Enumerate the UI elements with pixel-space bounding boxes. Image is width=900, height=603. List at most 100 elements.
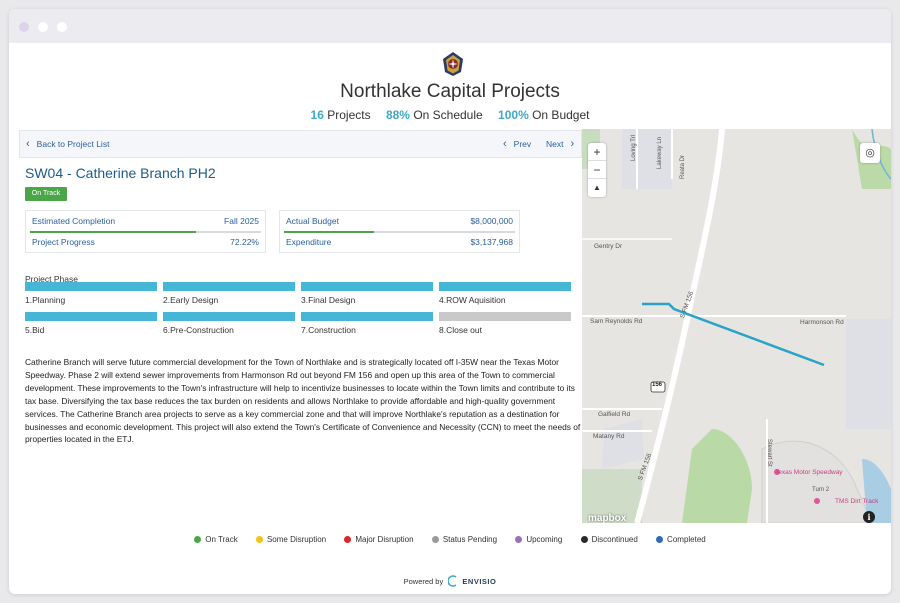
stat-on-budget: 100% On Budget xyxy=(498,108,589,122)
map-zoom-controls: + − ▲ xyxy=(588,143,606,197)
phase-label: 5.Bid xyxy=(25,325,45,335)
legend-label: Upcoming xyxy=(526,535,563,544)
legend-swatch xyxy=(255,536,263,543)
status-legend: On Track Some Disruption Major Disruptio… xyxy=(9,535,891,544)
envisio-brand[interactable]: ENVISIO xyxy=(462,577,496,586)
mapbox-logo[interactable]: mapbox xyxy=(588,513,626,523)
compass-reset-button[interactable]: ▲ xyxy=(588,179,606,197)
town-seal-logo xyxy=(443,52,463,76)
map-label-gentry-dr: Gentry Dr xyxy=(594,243,623,250)
phase-bar xyxy=(163,282,295,291)
map-label-harmonson-rd: Harmonson Rd xyxy=(800,319,844,326)
phase-item: 6.Pre-Construction xyxy=(163,312,295,335)
summary-stats: 16 Projects 88% On Schedule 100% On Budg… xyxy=(9,108,891,122)
phase-bar xyxy=(301,312,433,321)
estimated-completion-value: Fall 2025 xyxy=(224,216,259,226)
legend-item-completed: Completed xyxy=(656,535,706,544)
phase-label: 3.Final Design xyxy=(301,295,356,305)
zoom-out-button[interactable]: − xyxy=(588,161,606,179)
project-progress-label: Project Progress xyxy=(32,237,95,247)
window-dot-1[interactable] xyxy=(19,22,29,32)
powered-by-label: Powered by xyxy=(403,577,444,586)
prev-project-link[interactable]: ‹ Prev xyxy=(503,138,531,150)
chevron-left-icon: ‹ xyxy=(26,138,30,150)
page-title: Northlake Capital Projects xyxy=(340,81,560,102)
phase-item: 8.Close out xyxy=(439,312,571,335)
map-label-lakeway-ln: Lakeway Ln xyxy=(657,136,663,169)
window-dot-2[interactable] xyxy=(38,22,48,32)
schedule-card: Estimated Completion Fall 2025 Project P… xyxy=(25,210,266,253)
legend-label: Status Pending xyxy=(442,535,498,544)
project-progress-row: Project Progress 72.22% xyxy=(32,233,259,251)
map-highway-shield: 156 xyxy=(652,382,663,388)
map-label-tms-dirt-track[interactable]: TMS Dirt Track xyxy=(835,498,878,505)
phase-label: 1.Planning xyxy=(25,295,66,305)
window-titlebar xyxy=(9,9,891,43)
stat-projects: 16 Projects xyxy=(311,108,371,122)
status-badge: On Track xyxy=(25,187,67,201)
chevron-left-icon: ‹ xyxy=(503,138,507,150)
map-label-reata-dr: Reata Dr xyxy=(680,154,686,179)
legend-item-discontinued: Discontinued xyxy=(580,535,638,544)
phase-bar xyxy=(439,312,571,321)
budget-card: Actual Budget $8,000,000 Expenditure $3,… xyxy=(279,210,520,253)
map-label-matany-rd: Matany Rd xyxy=(593,433,625,440)
geolocate-icon[interactable]: ◎ xyxy=(860,143,880,163)
next-project-link[interactable]: Next › xyxy=(546,138,574,150)
phase-label: 2.Early Design xyxy=(163,295,219,305)
legend-label: On Track xyxy=(205,535,238,544)
project-map[interactable]: Loving Trl Lakeway Ln Reata Dr Gentry Dr… xyxy=(582,129,891,523)
project-progress-value: 72.22% xyxy=(230,237,259,247)
zoom-in-button[interactable]: + xyxy=(588,143,606,161)
phase-bar xyxy=(25,312,157,321)
phase-item: 3.Final Design xyxy=(301,282,433,305)
legend-swatch xyxy=(344,536,352,543)
envisio-logo-icon xyxy=(448,575,457,587)
phase-label: 8.Close out xyxy=(439,325,482,335)
map-label-texas-motor-speedway[interactable]: Texas Motor Speedway xyxy=(775,469,843,476)
legend-item-on-track: On Track xyxy=(194,535,238,544)
project-title: SW04 - Catherine Branch PH2 xyxy=(25,165,216,181)
actual-budget-label: Actual Budget xyxy=(286,216,339,226)
stat-on-schedule-value: 88% xyxy=(385,108,410,122)
legend-swatch xyxy=(580,536,588,543)
legend-swatch xyxy=(194,536,202,543)
expenditure-value: $3,137,968 xyxy=(470,237,513,247)
phase-label: 6.Pre-Construction xyxy=(163,325,234,335)
map-canvas xyxy=(582,129,891,523)
estimated-completion-label: Estimated Completion xyxy=(32,216,116,226)
phase-bar xyxy=(163,312,295,321)
estimated-completion-row: Estimated Completion Fall 2025 xyxy=(32,212,259,230)
prev-label: Prev xyxy=(513,139,532,149)
stat-on-budget-label: On Budget xyxy=(532,108,590,122)
legend-swatch xyxy=(431,536,439,543)
phase-item: 4.ROW Aquisition xyxy=(439,282,571,305)
powered-by-footer: Powered by ENVISIO xyxy=(9,575,891,587)
next-label: Next xyxy=(546,139,564,149)
window-dot-3[interactable] xyxy=(57,22,67,32)
project-description: Catherine Branch will serve future comme… xyxy=(25,357,581,445)
legend-item-some-disruption: Some Disruption xyxy=(255,535,327,544)
phase-label: 7.Construction xyxy=(301,325,356,335)
legend-label: Some Disruption xyxy=(266,535,327,544)
phase-label: 4.ROW Aquisition xyxy=(439,295,506,305)
legend-item-major-disruption: Major Disruption xyxy=(344,535,414,544)
chevron-right-icon: › xyxy=(570,138,575,150)
phase-bar xyxy=(301,282,433,291)
phase-item: 7.Construction xyxy=(301,312,433,335)
map-label-galfield-rd: Galfield Rd xyxy=(598,411,631,418)
info-icon[interactable]: i xyxy=(863,511,875,523)
back-label: Back to Project List xyxy=(36,139,110,149)
stat-on-budget-value: 100% xyxy=(498,108,529,122)
stat-on-schedule-label: On Schedule xyxy=(413,108,483,122)
actual-budget-row: Actual Budget $8,000,000 xyxy=(286,212,513,230)
phase-bar xyxy=(439,282,571,291)
phase-item: 2.Early Design xyxy=(163,282,295,305)
map-label-turn-2: Turn 2 xyxy=(812,487,830,493)
legend-label: Completed xyxy=(667,535,706,544)
project-nav-bar: ‹ Back to Project List ‹ Prev Next › xyxy=(19,130,582,158)
phase-item: 1.Planning xyxy=(25,282,157,305)
browser-window: Northlake Capital Projects 16 Projects 8… xyxy=(9,9,891,594)
actual-budget-value: $8,000,000 xyxy=(470,216,513,226)
back-to-list-link[interactable]: ‹ Back to Project List xyxy=(26,138,109,150)
